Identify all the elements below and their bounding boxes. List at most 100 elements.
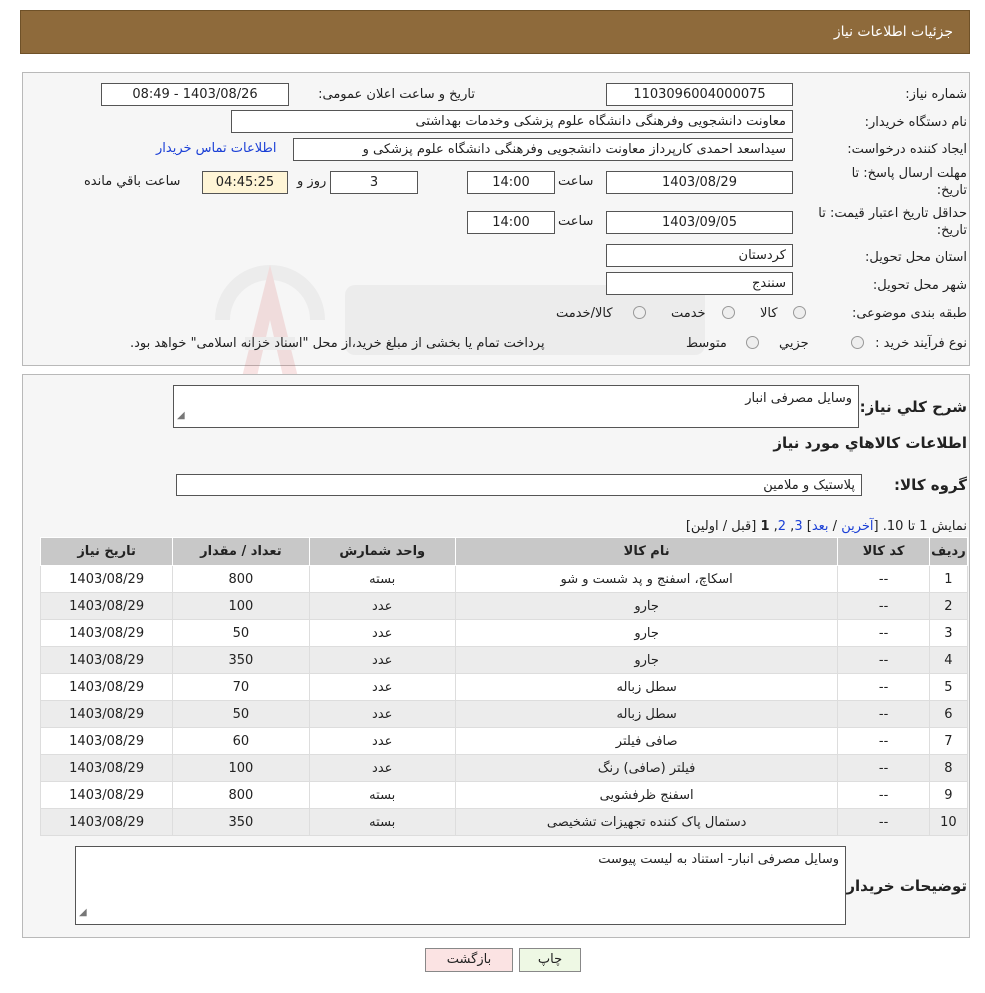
pagination-page-3[interactable]: 3 bbox=[794, 519, 802, 534]
payment-note: پرداخت تمام یا بخشی از مبلغ خرید،از محل … bbox=[130, 336, 545, 351]
cell-name: جارو bbox=[454, 646, 839, 674]
buyer-org-label: نام دستگاه خریدار: bbox=[864, 115, 967, 130]
deadline-time-label: ساعت bbox=[558, 174, 594, 189]
cell-code: -- bbox=[837, 646, 930, 674]
page-title: جزئیات اطلاعات نیاز bbox=[833, 24, 953, 40]
cell-row: 8 bbox=[928, 754, 969, 782]
cell-name: سطل زباله bbox=[454, 700, 839, 728]
cell-unit: عدد bbox=[308, 700, 456, 728]
print-button[interactable]: چاپ bbox=[519, 948, 581, 972]
resize-grip-icon[interactable]: ◢ bbox=[177, 407, 185, 425]
cell-unit: عدد bbox=[308, 646, 456, 674]
cell-code: -- bbox=[837, 754, 930, 782]
category-both-radio[interactable] bbox=[633, 306, 646, 319]
cell-qty: 70 bbox=[172, 673, 310, 701]
validity-label-2: تاریخ: bbox=[936, 223, 967, 238]
cell-code: -- bbox=[837, 700, 930, 728]
cell-unit: عدد bbox=[308, 592, 456, 620]
cell-code: -- bbox=[837, 673, 930, 701]
cell-date: 1403/08/29 bbox=[39, 646, 174, 674]
cell-unit: عدد bbox=[308, 754, 456, 782]
table-row: 8 -- فیلتر (صافی) رنگ عدد 100 1403/08/29 bbox=[39, 754, 969, 782]
cell-unit: بسته bbox=[308, 565, 456, 593]
buyer-notes-text: وسایل مصرفی انبار- استناد به لیست پیوست bbox=[598, 852, 839, 867]
pagination-next[interactable]: بعد bbox=[812, 519, 829, 534]
deadline-time-field: 14:00 bbox=[467, 171, 555, 194]
cell-date: 1403/08/29 bbox=[39, 754, 174, 782]
validity-time-field: 14:00 bbox=[467, 211, 555, 234]
resize-grip-icon[interactable]: ◢ bbox=[79, 904, 87, 922]
city-label: شهر محل تحویل: bbox=[872, 278, 967, 293]
cell-qty: 50 bbox=[172, 619, 310, 647]
col-qty: تعداد / مقدار bbox=[172, 537, 310, 566]
need-number-label: شماره نیاز: bbox=[905, 87, 967, 102]
summary-textarea[interactable]: وسایل مصرفی انبار ◢ bbox=[173, 385, 859, 428]
col-name: نام کالا bbox=[454, 537, 839, 566]
cell-date: 1403/08/29 bbox=[39, 565, 174, 593]
category-label: طبقه بندی موضوعی: bbox=[851, 306, 967, 321]
cell-name: فیلتر (صافی) رنگ bbox=[454, 754, 839, 782]
cell-qty: 800 bbox=[172, 565, 310, 593]
cell-code: -- bbox=[837, 565, 930, 593]
cell-unit: عدد bbox=[308, 619, 456, 647]
process-label: نوع فرآیند خرید : bbox=[875, 336, 967, 351]
need-number-field: 1103096004000075 bbox=[606, 83, 793, 106]
process-medium-radio[interactable] bbox=[746, 336, 759, 349]
cell-date: 1403/08/29 bbox=[39, 673, 174, 701]
days-field: 3 bbox=[330, 171, 418, 194]
table-row: 2 -- جارو عدد 100 1403/08/29 bbox=[39, 592, 969, 620]
province-label: استان محل تحویل: bbox=[865, 250, 967, 265]
category-goods-label: کالا bbox=[760, 306, 778, 321]
back-button[interactable]: بازگشت bbox=[425, 948, 513, 972]
cell-row: 7 bbox=[928, 727, 969, 755]
deadline-label-2: تاریخ: bbox=[936, 183, 967, 198]
cell-unit: عدد bbox=[308, 673, 456, 701]
pagination-summary: نمايش 1 تا 10. bbox=[882, 519, 967, 534]
remaining-label: ساعت باقي مانده bbox=[84, 174, 181, 189]
validity-label: حداقل تاریخ اعتبار قیمت: تا bbox=[818, 206, 967, 221]
category-goods-radio[interactable] bbox=[793, 306, 806, 319]
cell-row: 3 bbox=[928, 619, 969, 647]
col-unit: واحد شمارش bbox=[308, 537, 456, 566]
group-label: گروه کالا: bbox=[894, 476, 967, 494]
cell-name: اسفنج ظرفشویی bbox=[454, 781, 839, 809]
category-both-label: کالا/خدمت bbox=[556, 306, 613, 321]
buyer-org-field: معاونت دانشجویی وفرهنگی دانشگاه علوم پزش… bbox=[231, 110, 793, 133]
cell-row: 1 bbox=[928, 565, 969, 593]
pagination-page-2[interactable]: 2 bbox=[778, 519, 786, 534]
pagination-last[interactable]: آخرین bbox=[841, 519, 873, 534]
cell-date: 1403/08/29 bbox=[39, 700, 174, 728]
cell-qty: 800 bbox=[172, 781, 310, 809]
process-small-radio[interactable] bbox=[851, 336, 864, 349]
category-service-radio[interactable] bbox=[722, 306, 735, 319]
cell-code: -- bbox=[837, 619, 930, 647]
col-date: تاریخ نیاز bbox=[39, 537, 174, 566]
cell-unit: عدد bbox=[308, 727, 456, 755]
summary-text: وسایل مصرفی انبار bbox=[745, 391, 852, 406]
cell-name: سطل زباله bbox=[454, 673, 839, 701]
process-medium-label: متوسط bbox=[686, 336, 727, 351]
buyer-contact-link[interactable]: اطلاعات تماس خریدار bbox=[156, 141, 276, 156]
summary-label: شرح کلي نياز: bbox=[859, 398, 967, 416]
table-row: 1 -- اسکاچ، اسفنج و پد شست و شو بسته 800 1403… bbox=[39, 565, 969, 593]
announce-field: 1403/08/26 - 08:49 bbox=[101, 83, 289, 106]
category-service-label: خدمت bbox=[671, 306, 706, 321]
cell-qty: 100 bbox=[172, 592, 310, 620]
deadline-label: مهلت ارسال پاسخ: تا bbox=[851, 166, 967, 181]
cell-date: 1403/08/29 bbox=[39, 781, 174, 809]
cell-name: دستمال پاک کننده تجهیزات تشخیصی bbox=[454, 808, 839, 836]
city-field: سنندج bbox=[606, 272, 793, 295]
table-row: 5 -- سطل زباله عدد 70 1403/08/29 bbox=[39, 673, 969, 701]
cell-code: -- bbox=[837, 808, 930, 836]
cell-code: -- bbox=[837, 592, 930, 620]
table-row: 10 -- دستمال پاک کننده تجهیزات تشخیصی بسته 3… bbox=[39, 808, 969, 836]
goods-info-title: اطلاعات کالاهاي مورد نياز bbox=[773, 434, 967, 452]
buyer-notes-label: توضیحات خریدار: bbox=[840, 877, 967, 895]
buyer-notes-textarea[interactable]: وسایل مصرفی انبار- استناد به لیست پیوست … bbox=[75, 846, 846, 925]
cell-name: اسکاچ، اسفنج و پد شست و شو bbox=[454, 565, 839, 593]
process-small-label: جزیي bbox=[779, 336, 809, 351]
province-field: کردستان bbox=[606, 244, 793, 267]
cell-row: 10 bbox=[928, 808, 969, 836]
items-table: رديف کد کالا نام کالا واحد شمارش تعداد /… bbox=[39, 537, 969, 836]
table-row: 4 -- جارو عدد 350 1403/08/29 bbox=[39, 646, 969, 674]
